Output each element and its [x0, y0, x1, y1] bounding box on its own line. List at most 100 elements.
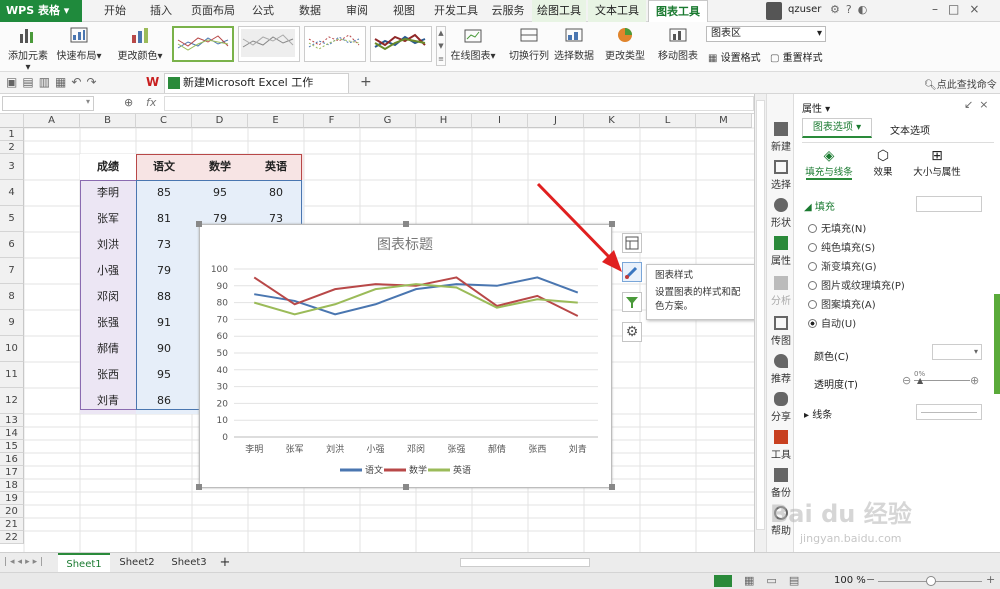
- sheet-tab-2[interactable]: Sheet2: [112, 553, 162, 573]
- reset-style-button[interactable]: ▢ 重置样式: [770, 49, 823, 64]
- sheet-tab-3[interactable]: Sheet3: [164, 553, 214, 573]
- tab-chart-options[interactable]: 图表选项 ▾: [802, 118, 872, 138]
- task-select[interactable]: 选择: [767, 160, 795, 191]
- row-header-6[interactable]: 6: [0, 232, 24, 258]
- row-header-7[interactable]: 7: [0, 258, 24, 284]
- option-gradient-fill[interactable]: 渐变填充(G): [808, 258, 877, 273]
- column-header-K[interactable]: K: [584, 114, 640, 128]
- zoom-in-icon[interactable]: +: [986, 573, 995, 586]
- row-header-1[interactable]: 1: [0, 128, 24, 141]
- new-tab-button[interactable]: +: [360, 74, 372, 90]
- undock-icon[interactable]: ↙: [964, 98, 979, 111]
- tab-text-options[interactable]: 文本选项: [890, 122, 930, 137]
- command-search[interactable]: 🔍︎点此查找命令: [924, 76, 997, 91]
- zoom-level[interactable]: 100 %: [834, 575, 866, 586]
- vertical-scrollbar[interactable]: [754, 94, 766, 552]
- close-icon[interactable]: ×: [969, 2, 989, 16]
- avatar[interactable]: [766, 2, 782, 20]
- subtab-size-property[interactable]: ⊞ 大小与属性: [910, 148, 964, 178]
- option-solid-fill[interactable]: 纯色填充(S): [808, 239, 875, 254]
- row-header-4[interactable]: 4: [0, 180, 24, 206]
- row-header-19[interactable]: 19: [0, 492, 24, 505]
- tab-data[interactable]: 数据: [290, 0, 330, 22]
- row-header-11[interactable]: 11: [0, 362, 24, 388]
- chart-filter-button[interactable]: [622, 292, 642, 312]
- tab-text-tools[interactable]: 文本工具: [588, 0, 646, 22]
- add-sheet-button[interactable]: +: [216, 553, 234, 573]
- horizontal-scrollbar[interactable]: [460, 558, 590, 567]
- column-header-C[interactable]: C: [136, 114, 192, 128]
- tab-cloud[interactable]: 云服务: [486, 0, 530, 22]
- document-tab[interactable]: 新建Microsoft Excel 工作表.xlsx *: [164, 73, 349, 107]
- change-type-button[interactable]: 更改类型: [604, 24, 646, 70]
- option-auto[interactable]: 自动(U): [808, 315, 856, 330]
- cell[interactable]: 成绩: [80, 154, 136, 180]
- tab-formula[interactable]: 公式: [246, 0, 280, 22]
- name-box[interactable]: ▾: [2, 96, 94, 111]
- skin-icon[interactable]: ◐: [858, 3, 874, 16]
- tab-home[interactable]: 开始: [96, 0, 134, 22]
- chart-style-thumb-3[interactable]: [304, 26, 366, 62]
- row-header-10[interactable]: 10: [0, 336, 24, 362]
- subtab-effect[interactable]: ⬡ 效果: [868, 148, 898, 178]
- task-analysis[interactable]: 分析: [767, 276, 795, 307]
- settings-icon[interactable]: ⚙: [830, 3, 846, 16]
- row-header-18[interactable]: 18: [0, 479, 24, 492]
- zoom-icon[interactable]: ⊕: [124, 96, 133, 109]
- section-line[interactable]: ▸ 线条: [804, 406, 832, 421]
- change-color-button[interactable]: 更改颜色▾: [116, 24, 164, 70]
- scroll-thumb[interactable]: [756, 100, 765, 530]
- user-name[interactable]: qzuser: [788, 4, 821, 15]
- undo-icon[interactable]: ↶: [71, 75, 86, 89]
- task-upload-image[interactable]: 传图: [767, 316, 795, 347]
- fx-label[interactable]: fx: [146, 96, 156, 109]
- task-share[interactable]: 分享: [767, 392, 795, 423]
- resize-handle[interactable]: [196, 221, 202, 227]
- row-header-12[interactable]: 12: [0, 388, 24, 414]
- zoom-out-icon[interactable]: −: [866, 573, 875, 586]
- row-header-5[interactable]: 5: [0, 206, 24, 232]
- row-header-15[interactable]: 15: [0, 440, 24, 453]
- row-header-20[interactable]: 20: [0, 505, 24, 518]
- resize-handle[interactable]: [403, 484, 409, 490]
- resize-handle[interactable]: [196, 484, 202, 490]
- tab-review[interactable]: 审阅: [338, 0, 376, 22]
- column-header-L[interactable]: L: [640, 114, 696, 128]
- zoom-slider-thumb[interactable]: [926, 576, 936, 586]
- plus-icon[interactable]: ⊕: [970, 374, 979, 387]
- maximize-icon[interactable]: □: [948, 2, 969, 16]
- chart-settings-button[interactable]: ⚙: [622, 322, 642, 342]
- column-header-I[interactable]: I: [472, 114, 528, 128]
- sheet-nav-icons[interactable]: |◂◂▸▸|: [4, 557, 46, 567]
- style-scroll[interactable]: ▲ ▼ ≡: [436, 26, 446, 66]
- panel-edge-handle[interactable]: [994, 294, 1000, 394]
- select-data-button[interactable]: 选择数据: [552, 24, 596, 70]
- tab-view[interactable]: 视图: [384, 0, 424, 22]
- move-chart-button[interactable]: 移动图表: [656, 24, 700, 70]
- color-picker[interactable]: ▾: [932, 344, 982, 360]
- chart-element-select[interactable]: 图表区 ▾: [706, 26, 826, 42]
- option-picture-fill[interactable]: 图片或纹理填充(P): [808, 277, 905, 292]
- redo-icon[interactable]: ↷: [86, 75, 101, 89]
- panel-title[interactable]: 属性 ▾: [802, 100, 830, 115]
- task-tools[interactable]: 工具: [767, 430, 795, 461]
- page-break-icon[interactable]: ▭: [766, 574, 788, 587]
- row-header-2[interactable]: 2: [0, 141, 24, 154]
- help-icon[interactable]: ?: [846, 3, 858, 16]
- row-header-17[interactable]: 17: [0, 466, 24, 479]
- row-header-16[interactable]: 16: [0, 453, 24, 466]
- row-header-13[interactable]: 13: [0, 414, 24, 427]
- chart-style-thumb-4[interactable]: [370, 26, 432, 62]
- open-icon[interactable]: ▤: [22, 75, 38, 89]
- resize-handle[interactable]: [609, 484, 615, 490]
- column-header-B[interactable]: B: [80, 114, 136, 128]
- corner-select-all[interactable]: [0, 114, 24, 128]
- column-header-M[interactable]: M: [696, 114, 752, 128]
- save-icon[interactable]: ▣: [6, 75, 22, 89]
- tab-chart-tools[interactable]: 图表工具: [648, 0, 708, 22]
- column-header-J[interactable]: J: [528, 114, 584, 128]
- reading-mode-icon[interactable]: ▤: [789, 574, 811, 587]
- tab-page-layout[interactable]: 页面布局: [188, 0, 238, 22]
- task-shape[interactable]: 形状: [767, 198, 795, 229]
- chart-style-thumb-2[interactable]: [238, 26, 300, 62]
